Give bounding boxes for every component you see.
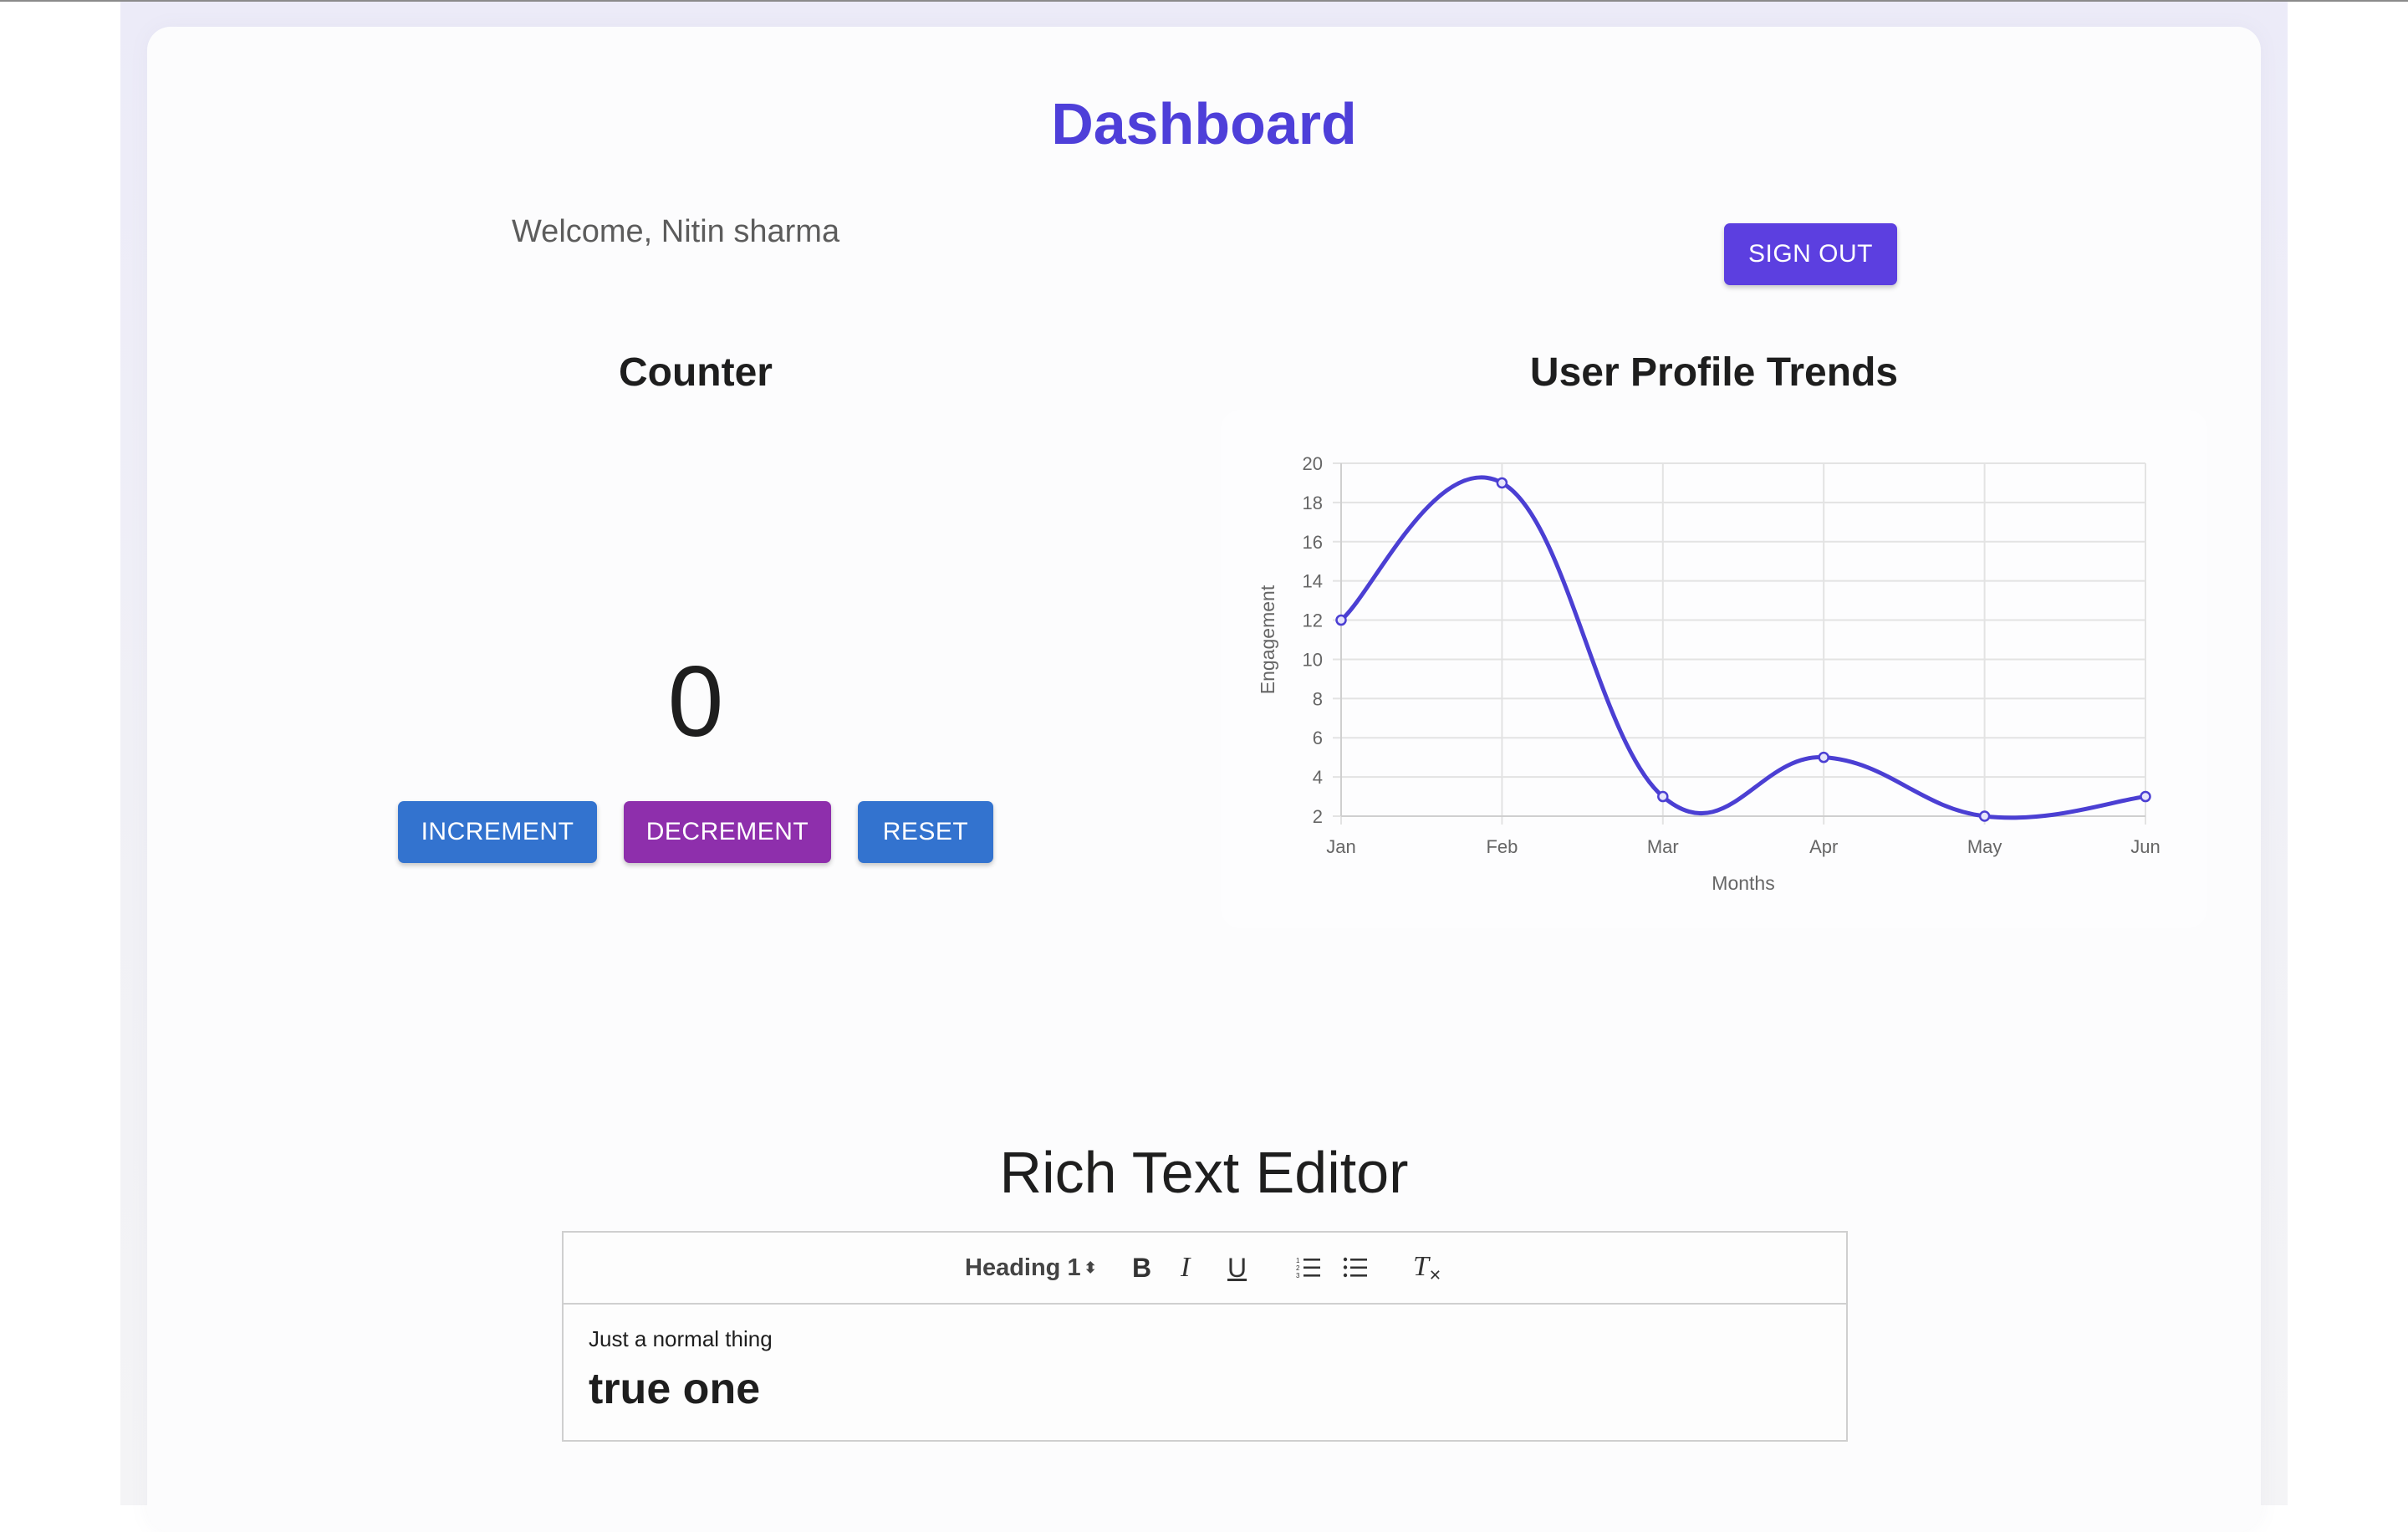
x-tick-label: Jan xyxy=(1326,836,1355,857)
editor-paragraph: Just a normal thing xyxy=(589,1326,773,1351)
chart-title: User Profile Trends xyxy=(1529,350,1899,395)
data-point xyxy=(1335,614,1347,626)
x-tick-label: Jun xyxy=(2130,836,2160,857)
svg-text:3: 3 xyxy=(1296,1272,1300,1279)
data-point xyxy=(1818,751,1829,763)
y-tick-label: 4 xyxy=(1313,767,1323,788)
x-tick-label: Apr xyxy=(1809,836,1838,857)
editor-toolbar: Heading 1 ⬍ B I U 1 2 3 T✕ xyxy=(564,1233,1846,1305)
page-title: Dashboard xyxy=(1051,91,1357,156)
select-arrows-icon: ⬍ xyxy=(1084,1259,1097,1276)
data-point xyxy=(1496,477,1508,489)
svg-text:1: 1 xyxy=(1296,1257,1300,1264)
rich-text-editor: Heading 1 ⬍ B I U 1 2 3 T✕ Just a normal… xyxy=(562,1231,1848,1442)
x-axis-title: Months xyxy=(1712,872,1774,894)
bullet-list-button[interactable] xyxy=(1343,1233,1368,1303)
welcome-text: Welcome, Nitin sharma xyxy=(512,214,840,249)
data-point xyxy=(2140,790,2151,803)
counter-title: Counter xyxy=(619,350,773,395)
clear-format-button[interactable]: T✕ xyxy=(1413,1233,1441,1303)
x-tick-label: May xyxy=(1967,836,2002,857)
reset-button[interactable]: RESET xyxy=(858,801,993,863)
svg-text:2: 2 xyxy=(1296,1264,1300,1272)
y-tick-label: 20 xyxy=(1303,453,1323,474)
y-tick-label: 14 xyxy=(1303,571,1323,592)
sign-out-button[interactable]: SIGN OUT xyxy=(1724,223,1897,285)
rich-text-editor-title: Rich Text Editor xyxy=(999,1140,1409,1205)
editor-content[interactable]: Just a normal thing true one xyxy=(589,1326,773,1414)
y-axis-title: Engagement xyxy=(1257,585,1278,694)
underline-icon: U xyxy=(1227,1252,1247,1283)
y-tick-label: 10 xyxy=(1303,649,1323,670)
bullet-list-icon xyxy=(1343,1257,1367,1278)
x-tick-label: Mar xyxy=(1647,836,1679,857)
underline-button[interactable]: U xyxy=(1227,1233,1247,1303)
y-tick-label: 16 xyxy=(1303,532,1323,553)
x-tick-label: Feb xyxy=(1486,836,1518,857)
editor-heading: true one xyxy=(589,1365,761,1413)
ordered-list-button[interactable]: 1 2 3 xyxy=(1296,1233,1321,1303)
data-point xyxy=(1657,790,1669,803)
italic-button[interactable]: I xyxy=(1181,1233,1190,1303)
ordered-list-icon: 1 2 3 xyxy=(1296,1257,1320,1279)
heading-select-value: Heading 1 xyxy=(965,1254,1081,1281)
y-tick-label: 6 xyxy=(1313,728,1323,748)
increment-button[interactable]: INCREMENT xyxy=(398,801,597,863)
bold-button[interactable]: B xyxy=(1132,1233,1151,1303)
heading-select[interactable]: Heading 1 ⬍ xyxy=(965,1233,1097,1303)
clear-format-icon: T✕ xyxy=(1413,1251,1442,1284)
decrement-button[interactable]: DECREMENT xyxy=(624,801,831,863)
italic-icon: I xyxy=(1181,1252,1191,1283)
y-tick-label: 8 xyxy=(1313,688,1323,709)
y-tick-label: 2 xyxy=(1313,806,1323,827)
engagement-line-chart: 2 4 6 8 10 12 14 16 18 20 Jan Feb Mar Apr May Jun Months… xyxy=(1257,453,2161,894)
y-tick-label: 12 xyxy=(1303,610,1323,631)
bold-icon: B xyxy=(1132,1252,1152,1283)
engagement-series-line xyxy=(1339,475,2146,820)
y-tick-label: 18 xyxy=(1303,493,1323,513)
data-point xyxy=(1978,810,1991,822)
counter-value: 0 xyxy=(667,646,724,758)
